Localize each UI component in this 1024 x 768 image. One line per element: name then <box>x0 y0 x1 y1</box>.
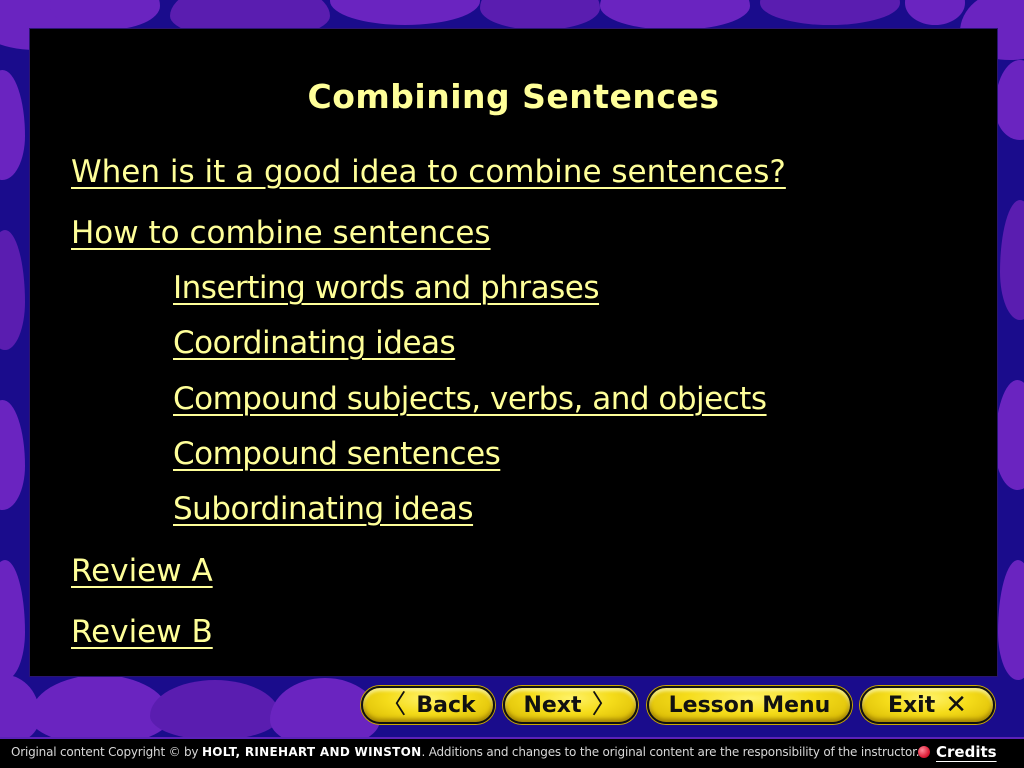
next-button[interactable]: Next 〉 <box>503 686 638 724</box>
footer-bar: Original content Copyright © by HOLT, RI… <box>0 737 1024 768</box>
link-compound-sentences[interactable]: Compound sentences <box>173 436 501 472</box>
copyright-notice: Original content Copyright © by HOLT, RI… <box>11 745 920 759</box>
back-button-label: Back <box>416 692 476 718</box>
link-inserting-words[interactable]: Inserting words and phrases <box>173 270 600 306</box>
chevron-left-icon: 〈 <box>380 690 407 720</box>
link-when-to-combine[interactable]: When is it a good idea to combine senten… <box>71 154 786 190</box>
credits-label: Credits <box>936 743 997 761</box>
link-how-to-combine[interactable]: How to combine sentences <box>71 215 491 251</box>
link-review-a[interactable]: Review A <box>71 553 213 589</box>
close-icon: ✕ <box>945 690 968 720</box>
link-compound-subjects[interactable]: Compound subjects, verbs, and objects <box>173 381 767 417</box>
lesson-menu-button[interactable]: Lesson Menu <box>647 686 852 724</box>
exit-button-label: Exit <box>887 692 936 718</box>
link-review-b[interactable]: Review B <box>71 614 213 650</box>
red-bullet-icon <box>918 746 930 758</box>
slide-panel: Combining Sentences When is it a good id… <box>29 28 998 677</box>
link-coordinating-ideas[interactable]: Coordinating ideas <box>173 325 456 361</box>
copyright-suffix: . Additions and changes to the original … <box>421 745 920 759</box>
lesson-menu-button-label: Lesson Menu <box>668 692 831 718</box>
credits-link[interactable]: Credits <box>918 743 997 761</box>
copyright-prefix: Original content Copyright © by <box>11 745 199 759</box>
link-subordinating-ideas[interactable]: Subordinating ideas <box>173 491 474 527</box>
chevron-right-icon: 〉 <box>591 690 618 720</box>
slide-title: Combining Sentences <box>307 77 720 116</box>
exit-button[interactable]: Exit ✕ <box>860 686 995 724</box>
next-button-label: Next <box>523 692 582 718</box>
back-button[interactable]: 〈 Back <box>361 686 495 724</box>
publisher-name: HOLT, RINEHART AND WINSTON <box>201 745 422 759</box>
